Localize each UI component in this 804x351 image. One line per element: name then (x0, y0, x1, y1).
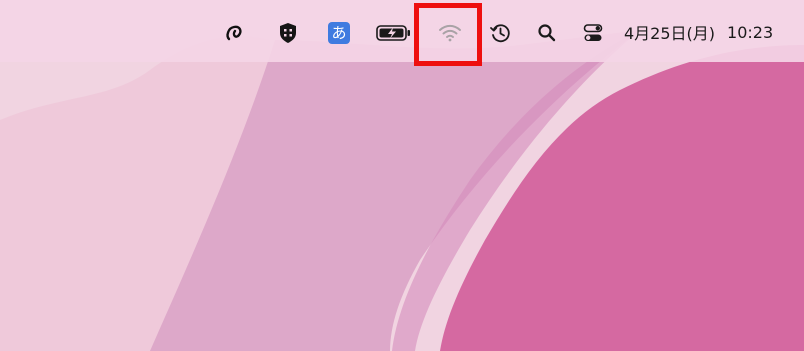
hiragana-input-icon[interactable]: あ (328, 22, 350, 44)
menu-bar: あ 4月25日(月) 10:23 (0, 0, 804, 62)
date-label: 4月25日(月) (624, 24, 716, 43)
time-machine-icon[interactable] (489, 22, 511, 44)
shield-grid-icon[interactable] (277, 22, 299, 44)
control-center-icon[interactable] (583, 22, 603, 44)
menubar-clock[interactable]: 4月25日(月) 10:23 (624, 20, 773, 44)
search-icon[interactable] (537, 22, 557, 44)
desktop-screen: あ 4月25日(月) 10:23 (0, 0, 804, 351)
time-label: 10:23 (727, 22, 774, 42)
wifi-highlight-box (414, 3, 482, 66)
loop-swirl-icon[interactable] (224, 22, 246, 44)
input-method-label: あ (331, 24, 347, 42)
battery-charging-icon[interactable] (376, 22, 412, 44)
